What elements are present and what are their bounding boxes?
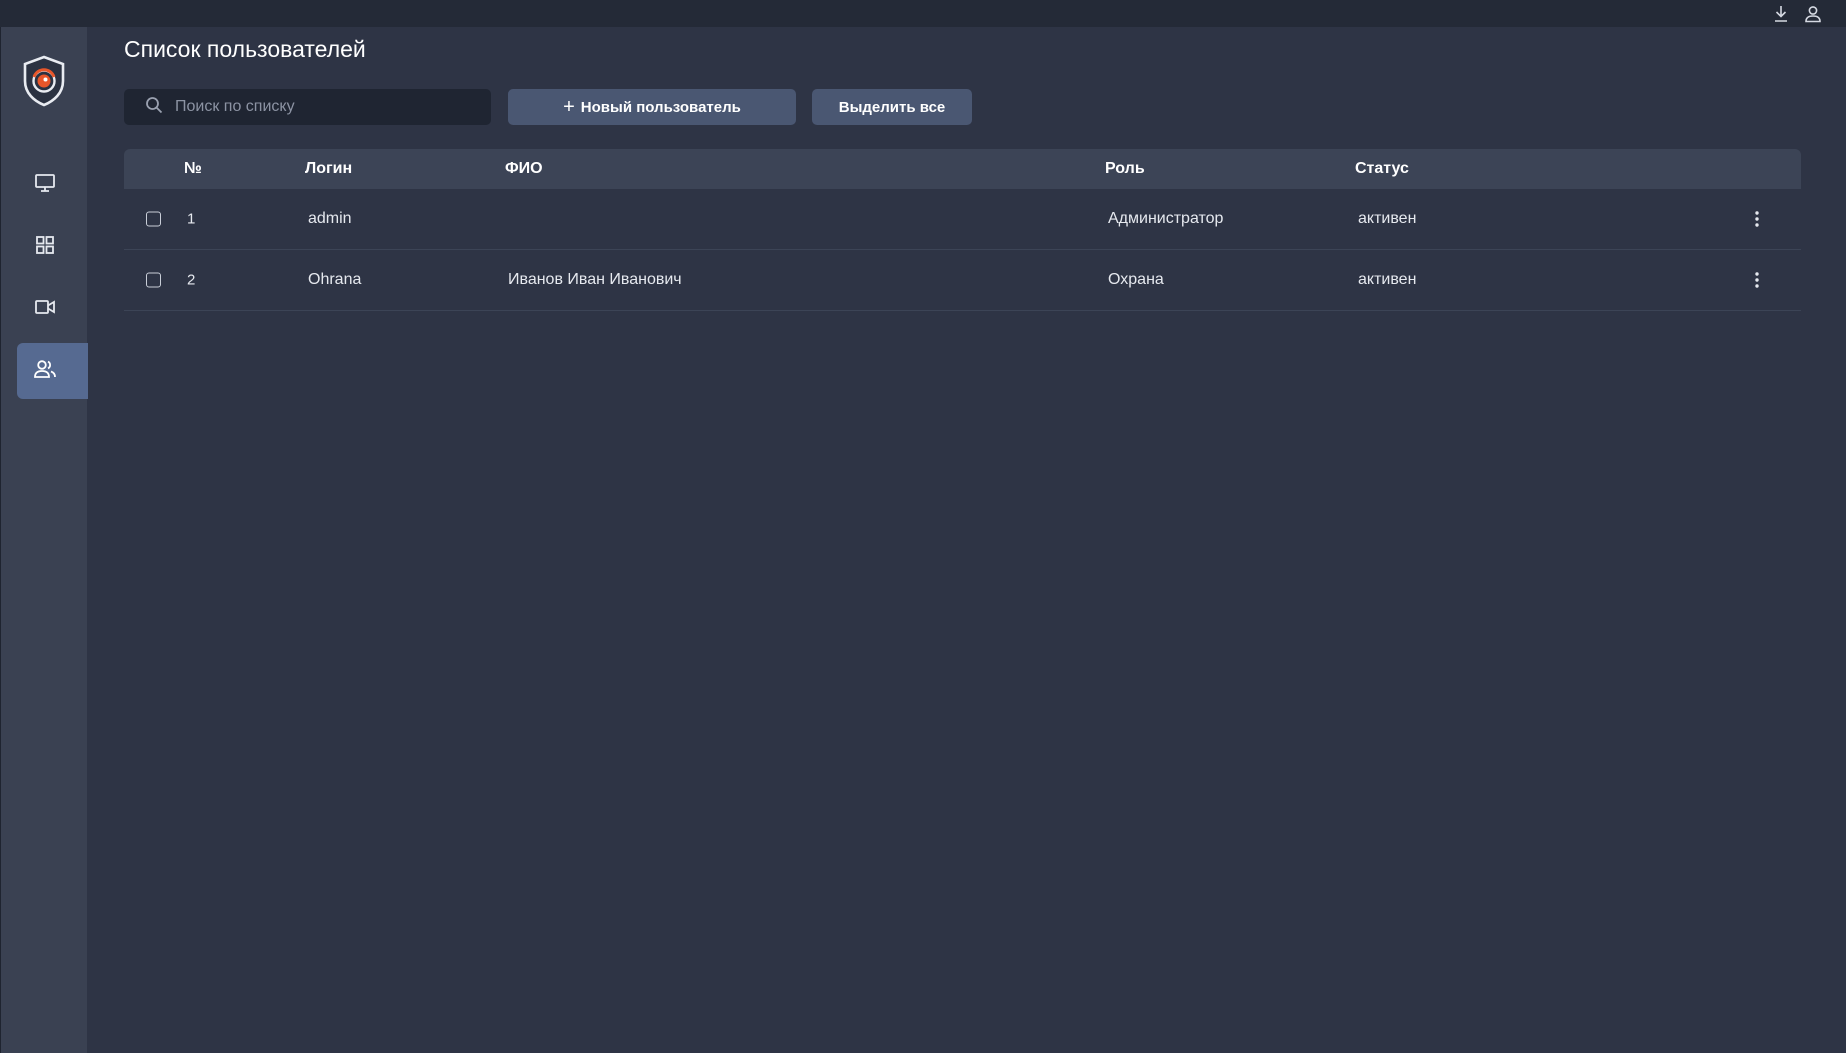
column-header-no[interactable]: № <box>184 160 202 178</box>
page-title: Список пользователей <box>124 36 366 62</box>
grid-icon <box>35 235 55 260</box>
cell-login: Ohrana <box>308 271 362 288</box>
row-checkbox[interactable] <box>146 211 161 227</box>
column-header-login[interactable]: Логин <box>305 160 352 178</box>
video-camera-icon <box>34 299 56 320</box>
table-row[interactable]: 1 admin Администратор активен <box>124 189 1801 250</box>
cell-status: активен <box>1358 210 1417 227</box>
row-menu-icon[interactable] <box>1745 207 1769 231</box>
sidebar <box>0 27 88 1053</box>
column-header-role[interactable]: Роль <box>1105 160 1145 178</box>
row-checkbox[interactable] <box>146 272 161 288</box>
search-box[interactable] <box>124 89 491 125</box>
cell-fio: Иванов Иван Иванович <box>508 271 682 288</box>
cell-no: 1 <box>187 210 196 228</box>
row-menu-icon[interactable] <box>1745 268 1769 292</box>
table-row[interactable]: 2 Ohrana Иванов Иван Иванович Охрана акт… <box>124 250 1801 311</box>
cell-role: Администратор <box>1108 210 1224 227</box>
users-icon <box>33 359 57 384</box>
sidebar-item-users[interactable] <box>17 343 88 399</box>
sidebar-item-cameras[interactable] <box>17 281 88 337</box>
search-icon <box>145 96 163 119</box>
sidebar-item-monitor[interactable] <box>17 157 88 213</box>
user-icon[interactable] <box>1802 3 1824 25</box>
main-content: Список пользователей + Новый пользовател… <box>87 27 1846 1053</box>
cell-no: 2 <box>187 271 196 289</box>
new-user-button[interactable]: + Новый пользователь <box>508 89 796 125</box>
top-bar <box>0 0 1846 27</box>
download-icon[interactable] <box>1770 3 1792 25</box>
shield-logo-icon <box>21 55 67 107</box>
new-user-button-label: Новый пользователь <box>580 98 741 116</box>
column-header-status[interactable]: Статус <box>1355 160 1409 178</box>
sidebar-item-dashboard[interactable] <box>17 219 88 275</box>
cell-login: admin <box>308 210 352 227</box>
column-header-fio[interactable]: ФИО <box>505 160 543 178</box>
cell-role: Охрана <box>1108 271 1164 288</box>
monitor-icon <box>34 173 56 198</box>
cell-status: активен <box>1358 271 1417 288</box>
users-table: № Логин ФИО Роль Статус 1 admin Админист… <box>124 149 1801 311</box>
plus-icon: + <box>563 96 575 118</box>
select-all-button[interactable]: Выделить все <box>812 89 972 125</box>
search-input[interactable] <box>173 97 477 117</box>
table-header: № Логин ФИО Роль Статус <box>124 149 1801 189</box>
